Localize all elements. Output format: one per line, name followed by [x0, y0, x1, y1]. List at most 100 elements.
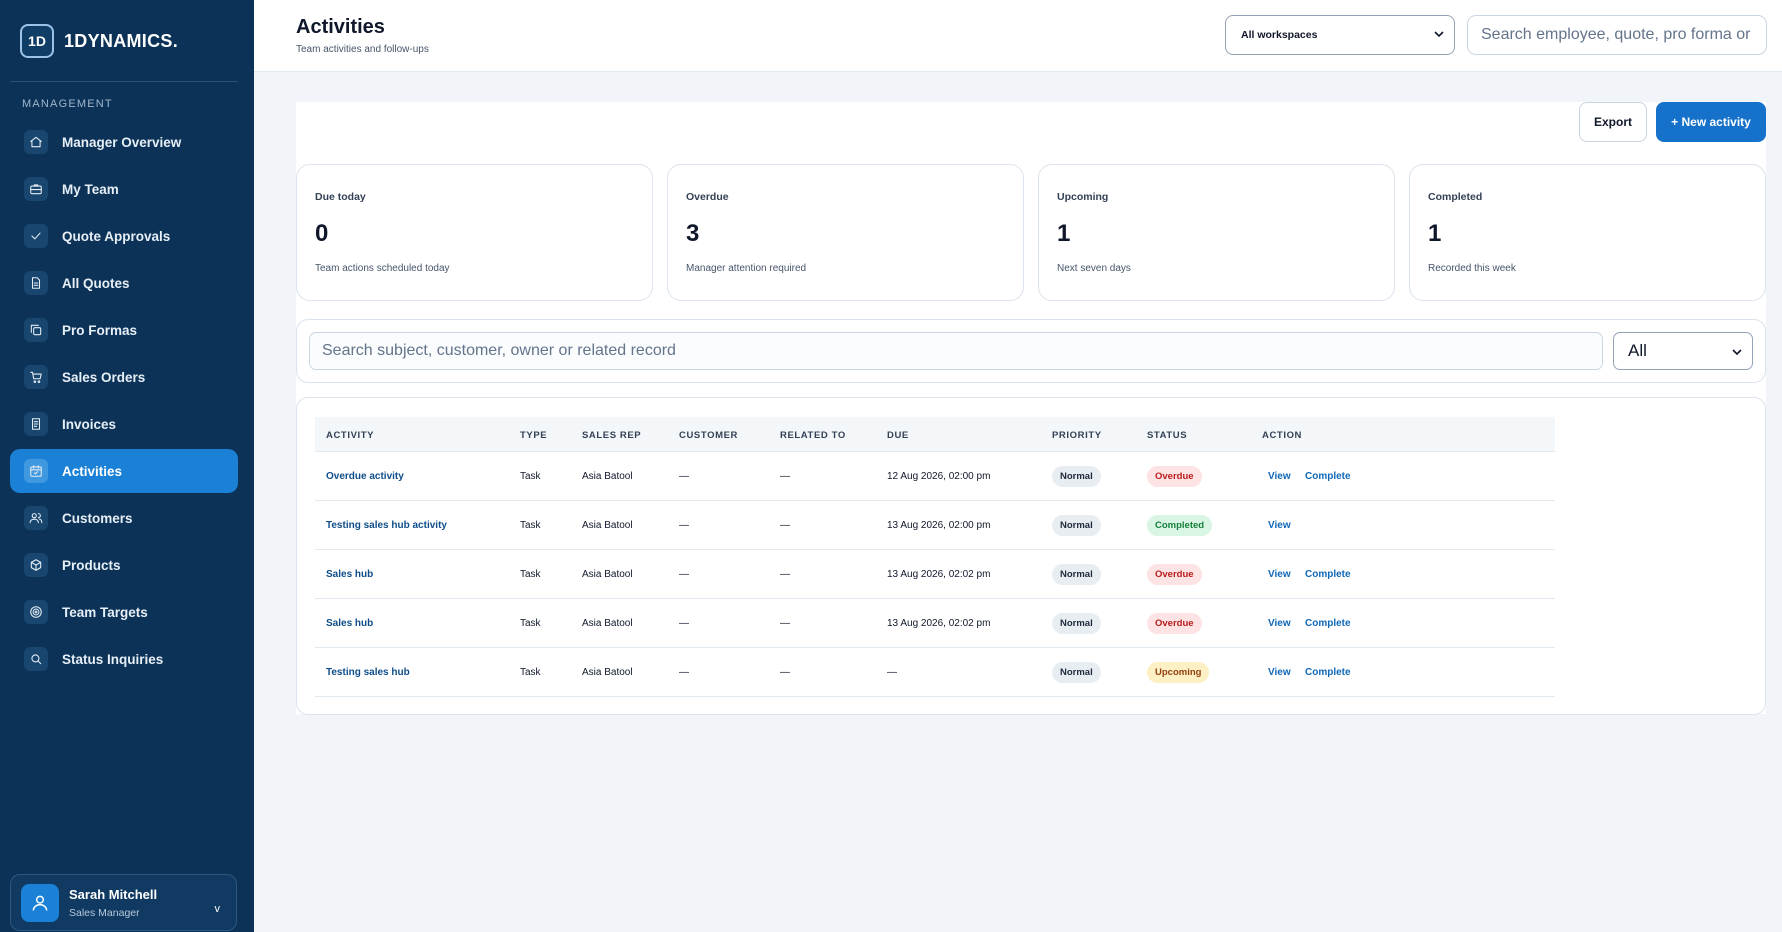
- user-card[interactable]: Sarah Mitchell Sales Manager v: [10, 874, 237, 931]
- complete-button[interactable]: Complete: [1305, 618, 1351, 629]
- activity-link[interactable]: Overdue activity: [326, 471, 404, 482]
- due-date: 12 Aug 2026, 02:00 pm: [887, 471, 991, 482]
- related-to-cell: —: [780, 520, 790, 531]
- table-header: ACTIVITY TYPE SALES REP CUSTOMER RELATED TO D…: [315, 417, 1555, 452]
- sidebar-item-label: Invoices: [62, 416, 117, 432]
- workspace-select-value: All workspaces: [1241, 29, 1318, 41]
- user-role: Sales Manager: [69, 906, 140, 919]
- activity-link[interactable]: Sales hub: [326, 618, 373, 629]
- global-search-input[interactable]: Search employee, quote, pro forma or: [1467, 15, 1767, 55]
- sidebar-nav: Manager Overview My Team Quote Approvals Al…: [10, 120, 238, 684]
- sales-rep: Asia Batool: [582, 520, 633, 531]
- activity-type: Task: [520, 667, 541, 678]
- view-button[interactable]: View: [1268, 618, 1291, 629]
- target-icon: [24, 600, 48, 624]
- column-header[interactable]: SALES REP: [582, 430, 641, 441]
- related-to-cell: —: [780, 618, 790, 629]
- table-row: Sales hub Task Asia Batool — — 13 Aug 2026, 0…: [315, 599, 1555, 648]
- workspace-select[interactable]: All workspaces: [1225, 15, 1455, 55]
- cart-icon: [24, 365, 48, 389]
- activity-link[interactable]: Sales hub: [326, 569, 373, 580]
- sidebar-item-my-team[interactable]: My Team: [10, 167, 238, 211]
- sidebar-item-activities[interactable]: Activities: [10, 449, 238, 493]
- related-to-cell: —: [780, 471, 790, 482]
- priority-badge: Normal: [1052, 564, 1101, 585]
- sidebar-item-all-quotes[interactable]: All Quotes: [10, 261, 238, 305]
- stat-card-upcoming: Upcoming 1 Next seven days: [1038, 164, 1395, 301]
- status-filter-select[interactable]: All: [1613, 332, 1753, 370]
- sidebar-item-label: Pro Formas: [62, 322, 138, 338]
- view-button[interactable]: View: [1268, 569, 1291, 580]
- complete-button[interactable]: Complete: [1305, 569, 1351, 580]
- chevron-down-icon[interactable]: v: [215, 903, 221, 915]
- table-body: Overdue activity Task Asia Batool — — 12 Aug …: [315, 452, 1555, 697]
- sidebar-item-manager-overview[interactable]: Manager Overview: [10, 120, 238, 164]
- stat-value: 0: [315, 220, 329, 247]
- priority-badge: Normal: [1052, 613, 1101, 634]
- activity-link[interactable]: Testing sales hub activity: [326, 520, 447, 531]
- page-header: Activities Team activities and follow-up…: [254, 0, 1782, 72]
- view-button[interactable]: View: [1268, 520, 1291, 531]
- complete-button[interactable]: Complete: [1305, 471, 1351, 482]
- chevron-down-icon: [1434, 31, 1444, 38]
- user-name: Sarah Mitchell: [69, 886, 158, 902]
- sidebar-section-label: MANAGEMENT: [22, 98, 113, 110]
- brand-logo-mark: 1D: [20, 24, 54, 58]
- document-icon: [24, 271, 48, 295]
- sidebar-item-products[interactable]: Products: [10, 543, 238, 587]
- sidebar-item-label: Customers: [62, 510, 133, 526]
- due-date: 13 Aug 2026, 02:00 pm: [887, 520, 991, 531]
- column-header[interactable]: ACTION: [1262, 430, 1302, 441]
- home-icon: [24, 130, 48, 154]
- priority-badge: Normal: [1052, 662, 1101, 683]
- stat-card-completed: Completed 1 Recorded this week: [1409, 164, 1766, 301]
- user-icon: [32, 895, 48, 911]
- stat-note: Team actions scheduled today: [315, 263, 450, 274]
- sales-rep: Asia Batool: [582, 471, 633, 482]
- table-row: Overdue activity Task Asia Batool — — 12 Aug …: [315, 452, 1555, 501]
- sales-rep: Asia Batool: [582, 618, 633, 629]
- new-activity-button[interactable]: + New activity: [1656, 102, 1766, 142]
- column-header[interactable]: TYPE: [520, 430, 547, 441]
- due-date: —: [887, 667, 897, 678]
- sales-rep: Asia Batool: [582, 569, 633, 580]
- export-button[interactable]: Export: [1579, 102, 1647, 142]
- activity-search-input[interactable]: Search subject, customer, owner or relat…: [309, 332, 1603, 370]
- sidebar-divider: [10, 81, 238, 82]
- customer-cell: —: [679, 667, 689, 678]
- stat-card-overdue: Overdue 3 Manager attention required: [667, 164, 1024, 301]
- sidebar-item-team-targets[interactable]: Team Targets: [10, 590, 238, 634]
- column-header[interactable]: STATUS: [1147, 430, 1187, 441]
- sidebar-item-pro-formas[interactable]: Pro Formas: [10, 308, 238, 352]
- sidebar-item-customers[interactable]: Customers: [10, 496, 238, 540]
- view-button[interactable]: View: [1268, 471, 1291, 482]
- view-button[interactable]: View: [1268, 667, 1291, 678]
- sidebar-item-sales-orders[interactable]: Sales Orders: [10, 355, 238, 399]
- priority-badge: Normal: [1052, 466, 1101, 487]
- search-icon: [24, 647, 48, 671]
- page-title: Activities: [296, 16, 385, 38]
- column-header[interactable]: CUSTOMER: [679, 430, 738, 441]
- briefcase-icon: [24, 177, 48, 201]
- brand[interactable]: 1D 1DYNAMICS.: [20, 24, 178, 58]
- column-header[interactable]: PRIORITY: [1052, 430, 1102, 441]
- sales-rep: Asia Batool: [582, 667, 633, 678]
- filter-bar: Search subject, customer, owner or relat…: [296, 319, 1766, 383]
- stat-label: Completed: [1428, 191, 1483, 203]
- complete-button[interactable]: Complete: [1305, 667, 1351, 678]
- sidebar-item-quote-approvals[interactable]: Quote Approvals: [10, 214, 238, 258]
- stat-note: Next seven days: [1057, 263, 1131, 274]
- sidebar-item-status-inquiries[interactable]: Status Inquiries: [10, 637, 238, 681]
- box-icon: [24, 553, 48, 577]
- related-to-cell: —: [780, 667, 790, 678]
- activity-link[interactable]: Testing sales hub: [326, 667, 410, 678]
- activity-type: Task: [520, 520, 541, 531]
- column-header[interactable]: RELATED TO: [780, 430, 846, 441]
- table-row: Testing sales hub activity Task Asia Batoo…: [315, 501, 1555, 550]
- page-subtitle: Team activities and follow-ups: [296, 44, 429, 55]
- stat-value: 3: [686, 220, 700, 247]
- chevron-down-icon: [1732, 349, 1742, 356]
- column-header[interactable]: ACTIVITY: [326, 430, 374, 441]
- sidebar-item-invoices[interactable]: Invoices: [10, 402, 238, 446]
- column-header[interactable]: DUE: [887, 430, 909, 441]
